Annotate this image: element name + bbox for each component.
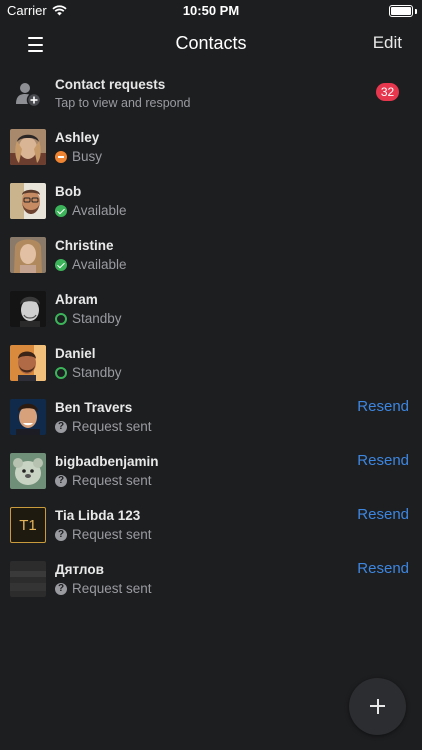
contacts-screen: Carrier 10:50 PM Contacts Edit Contact r… [0, 0, 422, 750]
pending-icon: ? [55, 474, 67, 487]
avatar: T1 [10, 507, 46, 543]
contact-row[interactable]: Christine Available [0, 228, 422, 282]
contact-name: Ben Travers [55, 400, 133, 415]
avatar [10, 453, 46, 489]
resend-button[interactable]: Resend [357, 452, 409, 469]
requests-title: Contact requests [55, 77, 166, 92]
contact-list: Ashley Busy Bob Available Christine Avai… [0, 120, 422, 606]
contact-status: ? Request sent [55, 419, 152, 434]
avatar-initials: T1 [19, 516, 37, 534]
contact-status: ? Request sent [55, 473, 152, 488]
contact-status-label: Standby [72, 311, 122, 326]
requests-subtitle: Tap to view and respond [55, 96, 191, 110]
contact-row[interactable]: Ashley Busy [0, 120, 422, 174]
battery-icon [389, 5, 413, 17]
contact-name: Abram [55, 292, 98, 307]
contact-name: Christine [55, 238, 114, 253]
contact-status: Standby [55, 365, 122, 380]
contact-row[interactable]: Дятлов ? Request sent Resend [0, 552, 422, 606]
avatar [10, 345, 46, 381]
contact-row[interactable]: Daniel Standby [0, 336, 422, 390]
plus-icon-vertical [376, 699, 379, 714]
avatar [10, 561, 46, 597]
navigation-bar: Contacts Edit [0, 22, 422, 66]
resend-button[interactable]: Resend [357, 560, 409, 577]
avatar [10, 183, 46, 219]
battery-tip [415, 9, 417, 14]
contact-row[interactable]: Bob Available [0, 174, 422, 228]
contact-status: ? Request sent [55, 527, 152, 542]
edit-button[interactable]: Edit [373, 33, 402, 53]
resend-button[interactable]: Resend [357, 398, 409, 415]
contact-row[interactable]: T1 Tia Libda 123 ? Request sent Resend [0, 498, 422, 552]
contact-status: ? Request sent [55, 581, 152, 596]
page-title: Contacts [175, 33, 247, 53]
busy-icon [55, 150, 67, 163]
contact-requests-row[interactable]: Contact requests Tap to view and respond [0, 68, 422, 120]
contact-name: Daniel [55, 346, 96, 361]
contact-row[interactable]: Abram Standby [0, 282, 422, 336]
requests-count-badge: 32 [376, 83, 399, 101]
avatar [10, 129, 46, 165]
standby-icon [55, 366, 67, 379]
available-icon [55, 258, 67, 271]
avatar [10, 399, 46, 435]
resend-button[interactable]: Resend [357, 506, 409, 523]
contact-name: Tia Libda 123 [55, 508, 141, 523]
contact-status-label: Request sent [72, 473, 152, 488]
pending-icon: ? [55, 582, 67, 595]
contact-row[interactable]: Ben Travers ? Request sent Resend [0, 390, 422, 444]
pending-icon: ? [55, 528, 67, 541]
contact-status: Busy [55, 149, 102, 164]
contact-name: bigbadbenjamin [55, 454, 159, 469]
add-contact-button[interactable] [349, 678, 406, 735]
contact-status: Standby [55, 311, 122, 326]
contact-status: Available [55, 203, 127, 218]
available-icon [55, 204, 67, 217]
contact-status-label: Request sent [72, 581, 152, 596]
contact-status-label: Available [72, 203, 127, 218]
contact-name: Ashley [55, 130, 100, 145]
status-bar: Carrier 10:50 PM [0, 0, 422, 22]
pending-icon: ? [55, 420, 67, 433]
contact-status-label: Request sent [72, 527, 152, 542]
contact-status-label: Request sent [72, 419, 152, 434]
contact-name: Bob [55, 184, 82, 199]
contact-row[interactable]: bigbadbenjamin ? Request sent Resend [0, 444, 422, 498]
contact-status: Available [55, 257, 127, 272]
contact-status-label: Busy [72, 149, 103, 164]
standby-icon [55, 312, 67, 325]
contact-status-label: Standby [72, 365, 122, 380]
contact-name: Дятлов [55, 562, 104, 577]
avatar [10, 237, 46, 273]
contact-status-label: Available [72, 257, 127, 272]
clock: 10:50 PM [182, 3, 240, 18]
add-user-icon [16, 83, 42, 108]
avatar [10, 291, 46, 327]
